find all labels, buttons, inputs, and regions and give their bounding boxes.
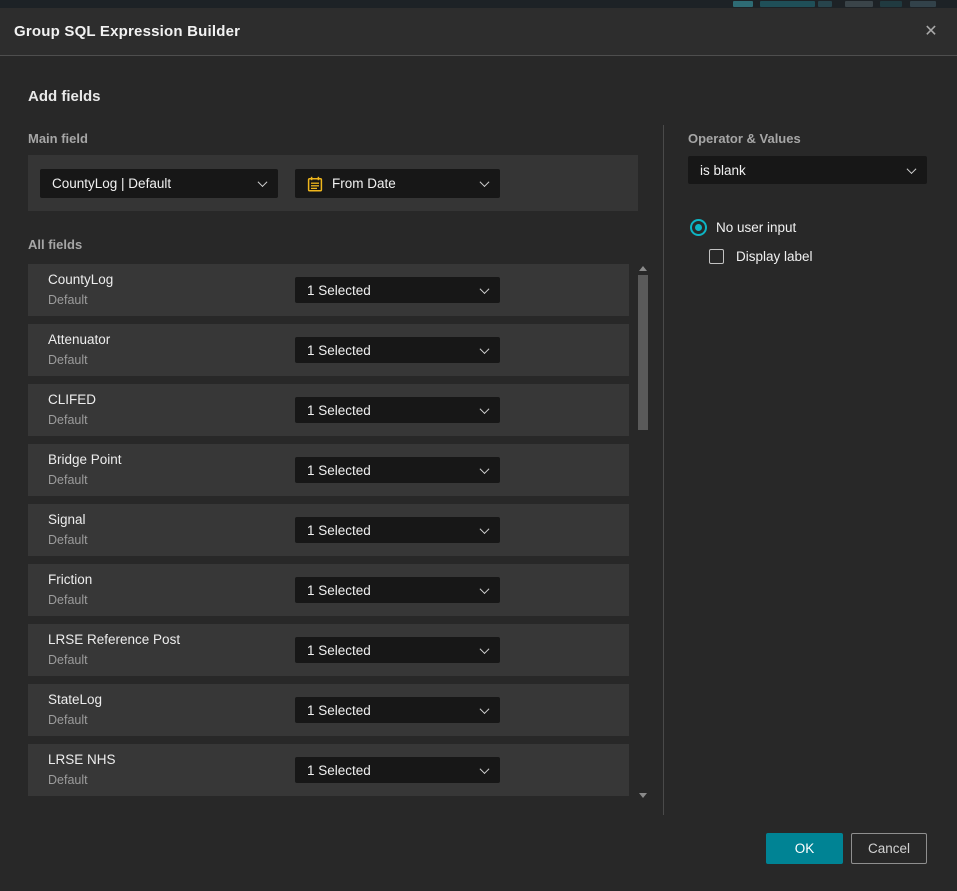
dialog-titlebar: Group SQL Expression Builder ✕ xyxy=(0,8,957,56)
field-selected-value: 1 Selected xyxy=(307,283,371,298)
chevron-down-icon xyxy=(907,164,917,174)
chevron-down-icon xyxy=(480,344,490,354)
field-subtitle: Default xyxy=(48,533,88,547)
field-subtitle: Default xyxy=(48,293,88,307)
main-field-field-value: From Date xyxy=(332,176,396,191)
field-name: LRSE NHS xyxy=(48,752,116,767)
field-subtitle: Default xyxy=(48,413,88,427)
field-name: Attenuator xyxy=(48,332,110,347)
field-name: Signal xyxy=(48,512,86,527)
field-selected-dropdown[interactable]: 1 Selected xyxy=(295,457,500,483)
field-selected-dropdown[interactable]: 1 Selected xyxy=(295,277,500,303)
operator-values-label: Operator & Values xyxy=(688,131,801,146)
field-selected-value: 1 Selected xyxy=(307,643,371,658)
field-row: Bridge Point Default 1 Selected xyxy=(28,444,629,496)
field-name: StateLog xyxy=(48,692,102,707)
field-name: Friction xyxy=(48,572,92,587)
field-selected-value: 1 Selected xyxy=(307,403,371,418)
field-row: LRSE Reference Post Default 1 Selected xyxy=(28,624,629,676)
chevron-down-icon xyxy=(480,764,490,774)
display-label-checkbox[interactable]: Display label xyxy=(709,249,813,264)
dialog-title: Group SQL Expression Builder xyxy=(14,8,240,56)
ok-button[interactable]: OK xyxy=(766,833,843,864)
field-row: LRSE NHS Default 1 Selected xyxy=(28,744,629,796)
chevron-down-icon xyxy=(480,584,490,594)
no-user-input-radio[interactable]: No user input xyxy=(690,219,796,236)
background-app-strip xyxy=(0,0,957,8)
chevron-down-icon xyxy=(480,404,490,414)
field-selected-dropdown[interactable]: 1 Selected xyxy=(295,577,500,603)
scrollbar-thumb[interactable] xyxy=(638,275,648,430)
checkbox-unchecked-icon xyxy=(709,249,724,264)
scrollbar-up-arrow-icon[interactable] xyxy=(639,266,647,271)
background-app-fragment xyxy=(760,1,815,7)
field-selected-dropdown[interactable]: 1 Selected xyxy=(295,397,500,423)
field-selected-dropdown[interactable]: 1 Selected xyxy=(295,697,500,723)
field-selected-value: 1 Selected xyxy=(307,583,371,598)
field-subtitle: Default xyxy=(48,353,88,367)
scrollbar-down-arrow-icon[interactable] xyxy=(639,793,647,798)
chevron-down-icon xyxy=(480,644,490,654)
main-field-label: Main field xyxy=(28,131,88,146)
field-row: StateLog Default 1 Selected xyxy=(28,684,629,736)
panel-divider xyxy=(663,125,664,815)
main-field-source-select[interactable]: CountyLog | Default xyxy=(40,169,278,198)
field-selected-value: 1 Selected xyxy=(307,523,371,538)
field-selected-value: 1 Selected xyxy=(307,463,371,478)
chevron-down-icon xyxy=(258,177,268,187)
field-subtitle: Default xyxy=(48,593,88,607)
checkbox-label: Display label xyxy=(736,249,813,264)
main-field-field-select[interactable]: From Date xyxy=(295,169,500,198)
field-name: CLIFED xyxy=(48,392,96,407)
screen: Group SQL Expression Builder ✕ Add field… xyxy=(0,0,957,891)
all-fields-label: All fields xyxy=(28,237,82,252)
field-row: CLIFED Default 1 Selected xyxy=(28,384,629,436)
field-name: CountyLog xyxy=(48,272,113,287)
field-selected-value: 1 Selected xyxy=(307,763,371,778)
field-name: Bridge Point xyxy=(48,452,122,467)
chevron-down-icon xyxy=(480,284,490,294)
add-fields-heading: Add fields xyxy=(28,88,101,105)
fields-list-scrollbar[interactable] xyxy=(637,264,649,800)
chevron-down-icon xyxy=(480,177,490,187)
calendar-icon xyxy=(307,176,323,192)
field-row: Friction Default 1 Selected xyxy=(28,564,629,616)
main-field-panel: CountyLog | Default From Date xyxy=(28,155,638,211)
field-subtitle: Default xyxy=(48,653,88,667)
field-name: LRSE Reference Post xyxy=(48,632,180,647)
main-field-source-value: CountyLog | Default xyxy=(52,176,171,191)
field-row: Attenuator Default 1 Selected xyxy=(28,324,629,376)
field-selected-dropdown[interactable]: 1 Selected xyxy=(295,757,500,783)
field-row: Signal Default 1 Selected xyxy=(28,504,629,556)
operator-value: is blank xyxy=(700,163,746,178)
field-selected-value: 1 Selected xyxy=(307,343,371,358)
chevron-down-icon xyxy=(480,464,490,474)
radio-selected-icon xyxy=(690,219,707,236)
field-selected-dropdown[interactable]: 1 Selected xyxy=(295,337,500,363)
close-icon[interactable]: ✕ xyxy=(919,20,943,44)
field-subtitle: Default xyxy=(48,713,88,727)
field-row: CountyLog Default 1 Selected xyxy=(28,264,629,316)
group-sql-expression-builder-dialog: Group SQL Expression Builder ✕ Add field… xyxy=(0,8,957,891)
field-subtitle: Default xyxy=(48,773,88,787)
background-app-fragment xyxy=(845,1,873,7)
radio-label: No user input xyxy=(716,220,796,235)
field-selected-dropdown[interactable]: 1 Selected xyxy=(295,637,500,663)
background-app-fragment xyxy=(910,1,936,7)
chevron-down-icon xyxy=(480,524,490,534)
background-app-fragment xyxy=(818,1,832,7)
operator-select[interactable]: is blank xyxy=(688,156,927,184)
background-app-fragment xyxy=(880,1,902,7)
cancel-button[interactable]: Cancel xyxy=(851,833,927,864)
all-fields-list: CountyLog Default 1 Selected Attenuator … xyxy=(28,264,629,800)
background-app-fragment xyxy=(733,1,753,7)
chevron-down-icon xyxy=(480,704,490,714)
field-subtitle: Default xyxy=(48,473,88,487)
field-selected-value: 1 Selected xyxy=(307,703,371,718)
field-selected-dropdown[interactable]: 1 Selected xyxy=(295,517,500,543)
